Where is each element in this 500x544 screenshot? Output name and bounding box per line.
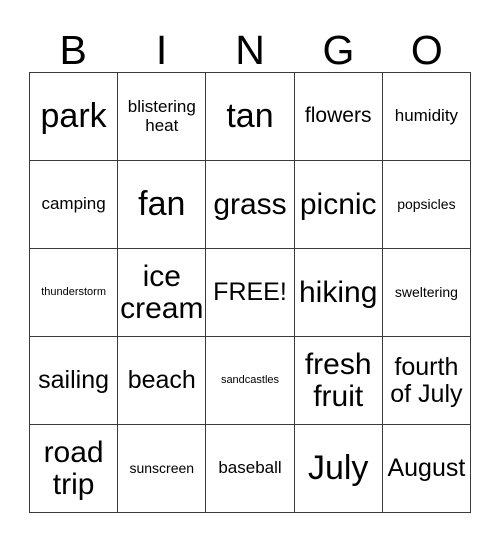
bingo-cell[interactable]: popsicles xyxy=(382,161,471,249)
bingo-cell-label: sailing xyxy=(38,366,110,395)
bingo-cell[interactable]: fan xyxy=(118,161,207,249)
bingo-cell-label: tan xyxy=(226,97,274,136)
bingo-cell[interactable]: grass xyxy=(206,161,295,249)
bingo-cell-label: FREE! xyxy=(213,278,287,307)
bingo-cell[interactable]: sailing xyxy=(30,337,119,425)
bingo-cell-label: fourth of July xyxy=(390,353,463,408)
bingo-cell[interactable]: blistering heat xyxy=(118,73,207,161)
bingo-header-letter-n: N xyxy=(235,27,265,73)
bingo-cell-label: picnic xyxy=(299,187,377,221)
bingo-cell[interactable]: beach xyxy=(118,337,207,425)
bingo-cell-label: park xyxy=(40,97,107,136)
bingo-cell[interactable]: baseball xyxy=(206,425,295,513)
bingo-header-letter-b: B xyxy=(59,27,87,73)
bingo-cell-label: humidity xyxy=(394,106,459,126)
bingo-header: B I N G O xyxy=(29,14,471,72)
bingo-cell[interactable]: sunscreen xyxy=(118,425,207,513)
bingo-cell[interactable]: road trip xyxy=(30,425,119,513)
bingo-cell-label: road trip xyxy=(43,435,104,501)
bingo-cell[interactable]: humidity xyxy=(382,73,471,161)
bingo-cell[interactable]: hiking xyxy=(294,249,383,337)
bingo-cell[interactable]: fourth of July xyxy=(382,337,471,425)
bingo-header-letter-i: I xyxy=(155,27,168,73)
bingo-cell-label: sunscreen xyxy=(129,460,195,477)
bingo-cell[interactable]: August xyxy=(382,425,471,513)
bingo-card: B I N G O park blistering heat tan flowers h… xyxy=(0,0,500,544)
bingo-cell-label: fresh fruit xyxy=(304,347,372,413)
bingo-cell-label: camping xyxy=(41,194,106,214)
bingo-cell-label: blistering heat xyxy=(127,97,196,135)
bingo-cell[interactable]: flowers xyxy=(294,73,383,161)
bingo-header-letter-o: O xyxy=(410,27,443,73)
bingo-cell-label: hiking xyxy=(299,275,378,309)
bingo-cell[interactable]: fresh fruit xyxy=(294,337,383,425)
bingo-cell[interactable]: ice cream xyxy=(118,249,207,337)
bingo-cell-label: August xyxy=(387,454,466,483)
bingo-cell[interactable]: picnic xyxy=(294,161,383,249)
bingo-cell-label: thunderstorm xyxy=(41,285,106,298)
bingo-cell-label: July xyxy=(307,449,369,488)
bingo-cell[interactable]: sandcastles xyxy=(206,337,295,425)
bingo-cell-label: fan xyxy=(138,185,186,224)
bingo-cell-label: popsicles xyxy=(397,196,456,213)
bingo-cell[interactable]: thunderstorm xyxy=(30,249,119,337)
bingo-cell-label: ice cream xyxy=(120,259,204,325)
bingo-header-letter-g: G xyxy=(322,27,355,73)
bingo-grid: park blistering heat tan flowers humidity cam… xyxy=(29,72,471,513)
bingo-cell-label: sweltering xyxy=(394,284,458,301)
bingo-cell[interactable]: park xyxy=(30,73,119,161)
bingo-cell[interactable]: camping xyxy=(30,161,119,249)
bingo-cell[interactable]: tan xyxy=(206,73,295,161)
bingo-cell-label: sandcastles xyxy=(220,373,280,386)
bingo-cell[interactable]: July xyxy=(294,425,383,513)
bingo-cell-free[interactable]: FREE! xyxy=(206,249,295,337)
bingo-cell-label: flowers xyxy=(304,104,372,128)
bingo-cell-label: beach xyxy=(127,366,196,395)
bingo-cell-label: grass xyxy=(213,187,287,221)
bingo-cell-label: baseball xyxy=(218,458,282,478)
bingo-cell[interactable]: sweltering xyxy=(382,249,471,337)
